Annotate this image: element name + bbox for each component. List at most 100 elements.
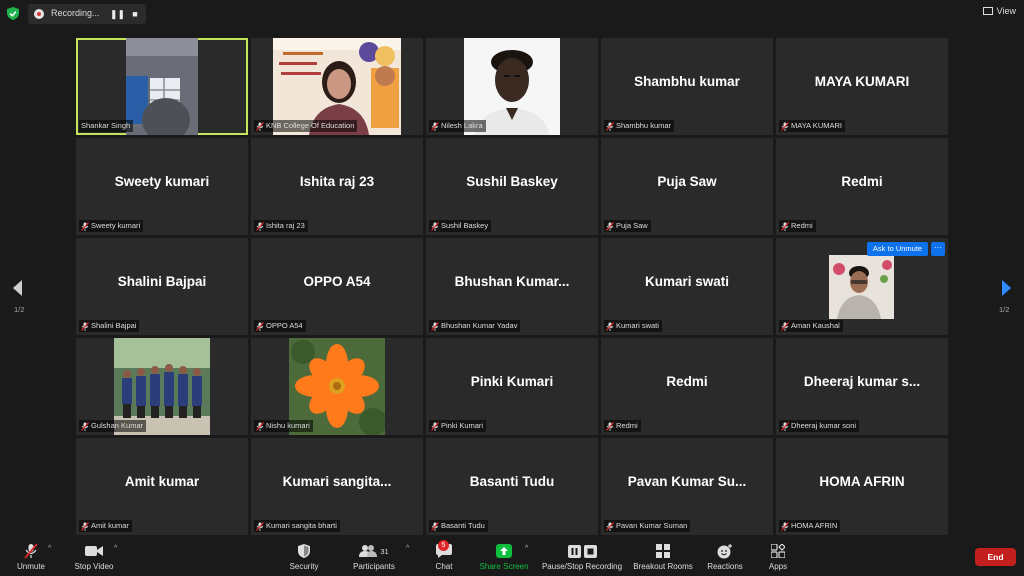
muted-mic-icon [431,221,439,231]
participant-name: Shambhu kumar [616,121,672,130]
participant-display-name: OPPO A54 [303,274,371,289]
muted-mic-icon [81,221,89,231]
participant-name: Shalini Bajpai [91,321,137,330]
meeting-toolbar: Unmute ^ Stop Video ^ Security 31 Partic… [0,539,1024,576]
participant-tile[interactable]: Sweety kumari Sweety kumari [76,138,248,235]
breakout-rooms-button[interactable]: Breakout Rooms [631,543,695,571]
chat-unread-badge: 5 [438,540,449,551]
participant-display-name: Sushil Baskey [466,174,558,189]
stop-recording-icon[interactable]: ■ [128,7,142,21]
video-camera-icon [85,546,103,556]
participant-name: Gulshan Kumar [91,421,144,430]
participant-tile[interactable]: Redmi Redmi [776,138,948,235]
ask-to-unmute-button[interactable]: Ask to Unmute [867,242,928,256]
participant-label: Basanti Tudu [429,520,488,532]
chat-button[interactable]: 5 Chat [430,540,458,571]
unmute-button[interactable]: Unmute [13,543,49,571]
muted-mic-icon [781,521,789,531]
reactions-button[interactable]: Reactions [705,543,745,571]
unmute-label: Unmute [16,562,45,571]
participant-display-name: Amit kumar [124,474,200,489]
participant-tile[interactable]: OPPO A54 OPPO A54 [251,238,423,335]
previous-page-icon[interactable] [11,278,25,298]
participant-label: Shalini Bajpai [79,320,140,332]
participant-tile[interactable]: Puja Saw Puja Saw [601,138,773,235]
participant-tile[interactable]: KNB College Of Education [251,38,423,135]
stop-video-label: Stop Video [74,562,114,571]
participant-tile[interactable]: Shambhu kumar Shambhu kumar [601,38,773,135]
participants-options-caret-icon[interactable]: ^ [406,545,409,552]
participant-tile[interactable]: Basanti Tudu Basanti Tudu [426,438,598,535]
participant-tile[interactable]: Kumari sangita... Kumari sangita bharti [251,438,423,535]
more-options-button[interactable]: ··· [931,242,945,256]
participant-name: HOMA AFRIN [791,521,838,530]
view-button[interactable]: View [982,6,1016,16]
participant-tile[interactable]: HOMA AFRIN HOMA AFRIN [776,438,948,535]
participant-name: MAYA KUMARI [791,121,842,130]
participant-tile[interactable]: Dheeraj kumar s... Dheeraj kumar soni [776,338,948,435]
participant-name: Amit kumar [91,521,129,530]
participant-display-name: Dheeraj kumar s... [803,374,921,389]
muted-mic-icon [81,421,89,431]
security-button[interactable]: Security [283,543,325,571]
next-page-icon[interactable] [999,278,1013,298]
recording-dot-icon [34,9,44,19]
participant-display-name: HOMA AFRIN [819,474,905,489]
participant-name: Kumari sangita bharti [266,521,337,530]
pause-stop-recording-button[interactable]: Pause/Stop Recording [540,543,624,571]
apps-button[interactable]: Apps [763,543,793,571]
participant-video [829,255,894,319]
participant-name: Nishu kumari [266,421,310,430]
participant-tile[interactable]: Ishita raj 23 Ishita raj 23 [251,138,423,235]
participant-label: Bhushan Kumar Yadav [429,320,521,332]
share-screen-button[interactable]: Share Screen [477,543,531,571]
participant-name: Pinki Kumari [441,421,484,430]
participant-tile[interactable]: Gulshan Kumar [76,338,248,435]
participant-display-name: Basanti Tudu [469,474,555,489]
apps-icon [771,544,785,558]
participant-display-name: Shambhu kumar [634,74,740,89]
participant-tile[interactable]: Pavan Kumar Su... Pavan Kumar Suman [601,438,773,535]
participant-tile[interactable]: Nilesh Lakra [426,38,598,135]
participant-tile[interactable]: Amit kumar Amit kumar [76,438,248,535]
participant-label: Pavan Kumar Suman [604,520,691,532]
participant-label: Shankar Singh [79,120,134,132]
pause-stop-recording-label: Pause/Stop Recording [541,562,623,571]
participant-display-name: Sweety kumari [114,174,210,189]
participant-label: Aman Kaushal [779,320,843,332]
participant-name: Ishita raj 23 [266,221,305,230]
participant-tile[interactable]: MAYA KUMARI MAYA KUMARI [776,38,948,135]
gallery-grid: Shankar Singh KNB College Of Education N… [76,38,948,536]
muted-mic-icon [256,221,264,231]
shield-check-icon[interactable] [7,7,19,20]
participant-tile[interactable]: Pinki Kumari Pinki Kumari [426,338,598,435]
participant-label: Pinki Kumari [429,420,487,432]
muted-mic-icon [781,221,789,231]
participant-tile[interactable]: Sushil Baskey Sushil Baskey [426,138,598,235]
stop-video-button[interactable]: Stop Video [70,543,118,571]
participant-tile[interactable]: Nishu kumari [251,338,423,435]
muted-mic-icon [606,321,614,331]
participant-tile[interactable]: Shalini Bajpai Shalini Bajpai [76,238,248,335]
participant-tile[interactable]: Bhushan Kumar... Bhushan Kumar Yadav [426,238,598,335]
participants-button[interactable]: 31 Participants [349,543,399,571]
security-shield-icon [298,544,310,558]
video-options-caret-icon[interactable]: ^ [114,545,117,552]
participant-tile[interactable]: Redmi Redmi [601,338,773,435]
muted-mic-icon [606,521,614,531]
security-label: Security [289,562,319,571]
participant-label: HOMA AFRIN [779,520,841,532]
participant-tile[interactable]: Shankar Singh [76,38,248,135]
stop-icon [583,544,597,558]
share-options-caret-icon[interactable]: ^ [525,545,528,552]
pause-recording-icon[interactable]: ❚❚ [110,7,125,21]
end-meeting-button[interactable]: End [975,548,1016,566]
muted-mic-icon [256,421,264,431]
participant-name: Shankar Singh [81,121,131,130]
participant-tile[interactable]: Kumari swati Kumari swati [601,238,773,335]
participant-display-name: Redmi [666,374,708,389]
muted-mic-icon [431,521,439,531]
page-indicator-right: 1/2 [999,305,1010,314]
reactions-label: Reactions [707,562,743,571]
audio-options-caret-icon[interactable]: ^ [48,545,51,552]
